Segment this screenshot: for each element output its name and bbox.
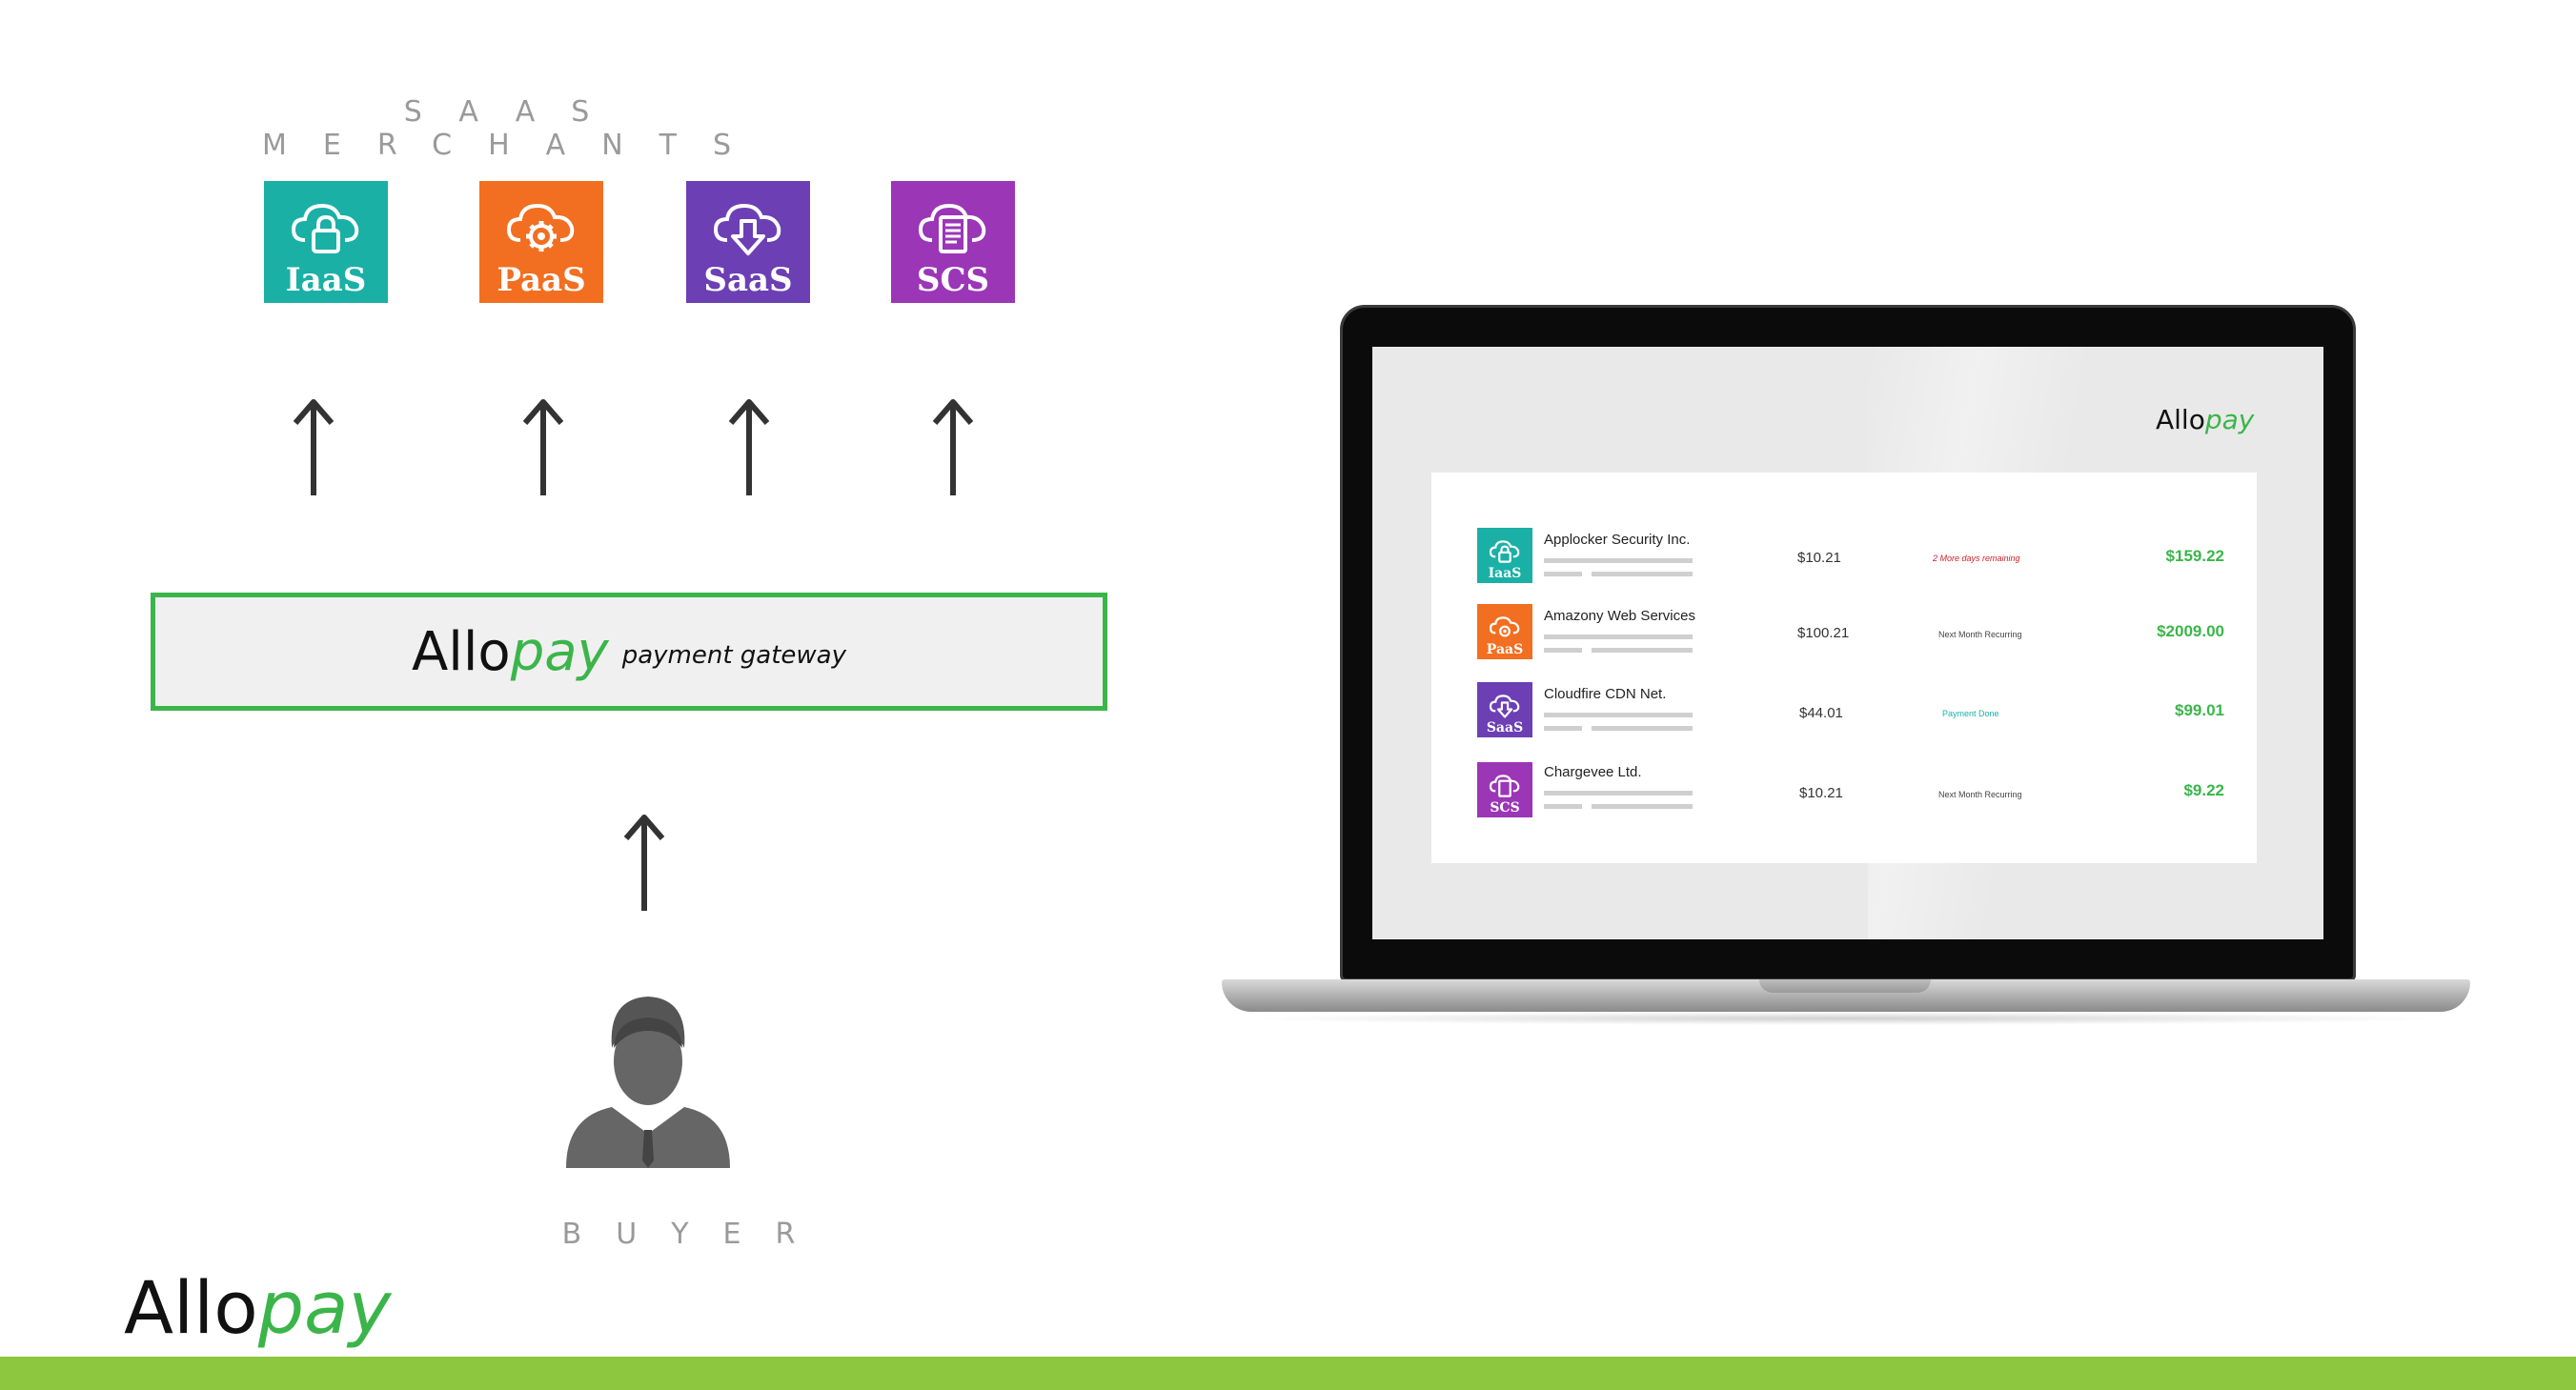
placeholder-line [1592, 648, 1693, 653]
row-icon-label: PaaS [1486, 642, 1524, 657]
payment-gateway-box: Allo pay payment gateway [151, 593, 1107, 711]
row-price: $100.21 [1797, 625, 1850, 641]
row-icon-label: SaaS [1486, 720, 1524, 735]
tile-saas: SaaS [686, 181, 810, 303]
row-icon-label: IaaS [1488, 566, 1522, 581]
tile-label: IaaS [285, 261, 367, 299]
tile-iaas: IaaS [264, 181, 388, 303]
screen-allopay-logo: Allopay [2156, 404, 2254, 435]
laptop-shadow [1239, 1012, 2449, 1025]
row-name: Applocker Security Inc. [1544, 532, 1691, 548]
placeholder-line [1592, 572, 1693, 576]
footer-bar [0, 1357, 2576, 1390]
cloud-lock-icon [1489, 540, 1520, 563]
row-status: 2 More days remaining [1933, 554, 2020, 563]
tile-scs: SCS [891, 181, 1015, 303]
row-icon-scs: SCS [1477, 762, 1532, 817]
up-arrow-icon [290, 396, 337, 501]
row-status: Payment Done [1942, 709, 1999, 718]
row-icon-iaas: IaaS [1477, 528, 1532, 583]
row-status: Next Month Recurring [1938, 630, 2022, 639]
gateway-caption: payment gateway [621, 641, 846, 670]
up-arrow-icon [929, 396, 977, 501]
placeholder-line [1544, 726, 1582, 731]
gateway-brand-allo: Allo [412, 620, 511, 683]
row-price: $10.21 [1797, 550, 1841, 566]
row-icon-label: SCS [1490, 800, 1520, 816]
row-name: Amazony Web Services [1544, 608, 1695, 624]
person-icon [562, 991, 734, 1177]
allopay-logo: Allopay [124, 1265, 392, 1351]
row-total: $2009.00 [2157, 622, 2224, 640]
cloud-document-icon [1489, 775, 1520, 797]
tile-label: SCS [916, 261, 990, 299]
placeholder-line [1592, 804, 1693, 809]
row-price: $44.01 [1799, 705, 1843, 721]
tile-label: SaaS [703, 261, 793, 299]
cloud-download-icon [713, 203, 781, 255]
row-total: $99.01 [2175, 701, 2224, 719]
cloud-download-icon [1489, 695, 1520, 718]
placeholder-line [1544, 791, 1693, 796]
screen-logo-pay: pay [2204, 404, 2255, 435]
row-total: $9.22 [2183, 781, 2224, 799]
row-icon-saas: SaaS [1477, 682, 1532, 737]
cloud-gear-icon [506, 203, 575, 252]
placeholder-line [1544, 713, 1693, 717]
tile-paas: PaaS [479, 181, 603, 303]
screen-logo-allo: Allo [2156, 404, 2205, 435]
laptop-notch [1759, 979, 1931, 993]
up-arrow-icon [620, 812, 668, 917]
logo-allo: Allo [124, 1265, 258, 1350]
placeholder-line [1592, 726, 1693, 731]
cloud-document-icon [918, 203, 986, 253]
row-icon-paas: PaaS [1477, 604, 1532, 659]
row-status: Next Month Recurring [1938, 790, 2022, 799]
cloud-lock-icon [291, 203, 359, 253]
row-price: $10.21 [1799, 785, 1843, 801]
buyer-label: BUYER [561, 1218, 830, 1251]
row-total: $159.22 [2165, 547, 2224, 565]
cloud-gear-icon [1489, 616, 1520, 637]
placeholder-line [1544, 572, 1582, 576]
merchants-title: SAAS MERCHANTS [261, 95, 768, 162]
row-name: Cloudfire CDN Net. [1544, 686, 1667, 702]
placeholder-line [1544, 558, 1693, 563]
up-arrow-icon [725, 396, 773, 501]
row-name: Chargevee Ltd. [1544, 764, 1642, 780]
placeholder-line [1544, 648, 1582, 653]
gateway-brand-pay: pay [510, 620, 609, 683]
logo-pay: pay [257, 1265, 392, 1350]
placeholder-line [1544, 804, 1582, 809]
up-arrow-icon [519, 396, 567, 501]
tile-label: PaaS [497, 261, 586, 299]
placeholder-line [1544, 635, 1693, 639]
